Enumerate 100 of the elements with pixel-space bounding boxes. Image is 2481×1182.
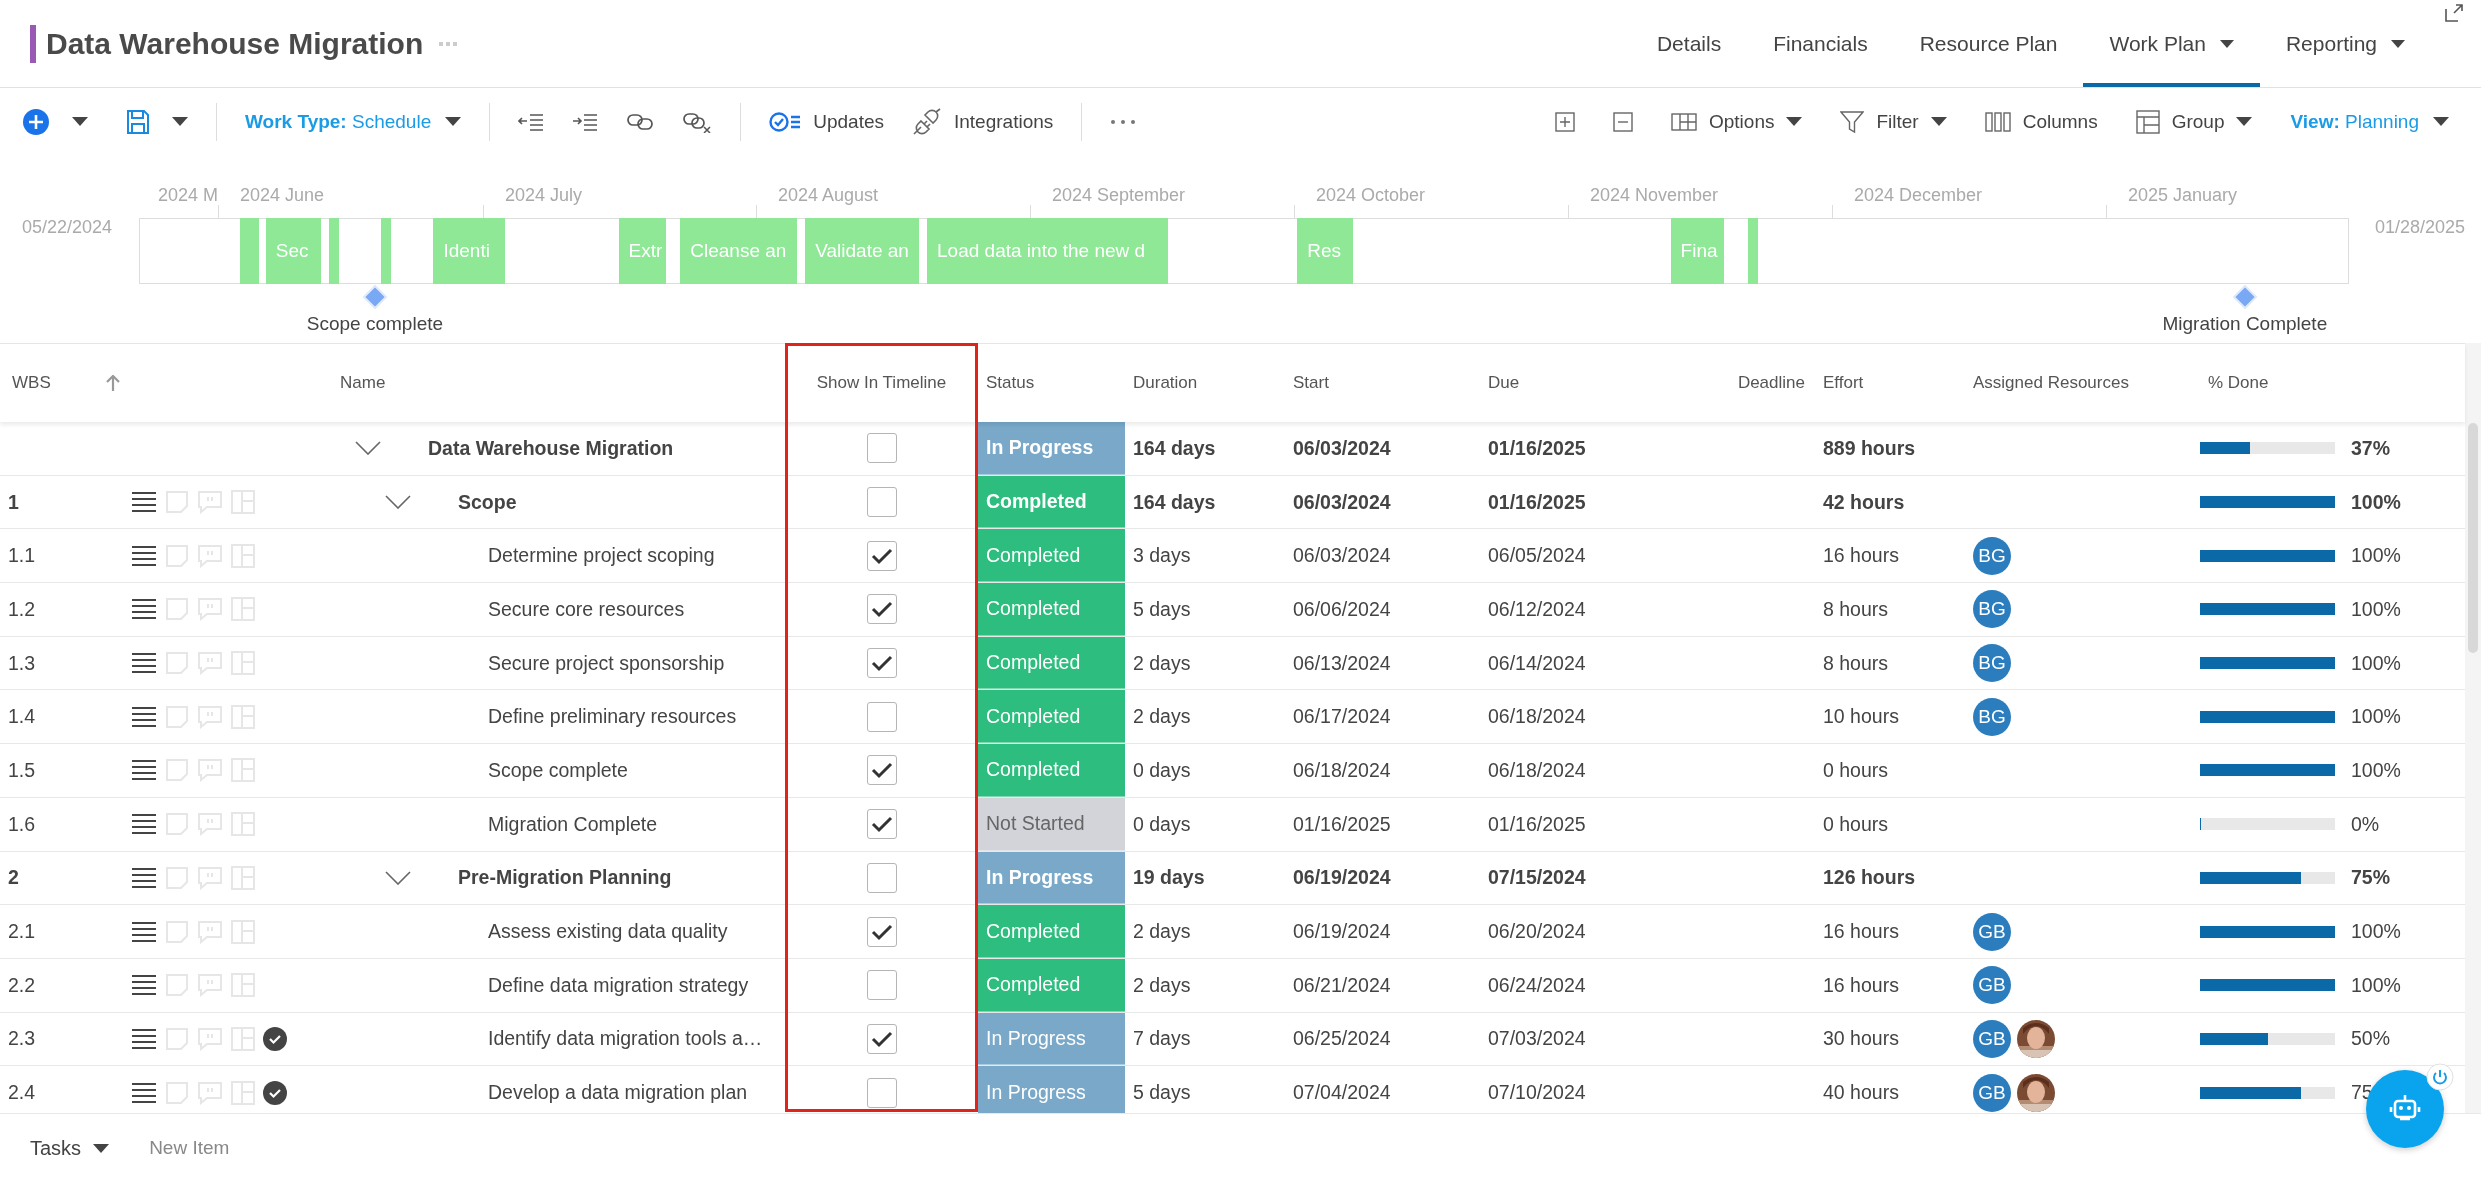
caret-icon[interactable] — [93, 1143, 110, 1153]
caret-icon[interactable] — [1786, 117, 1803, 126]
checkbox[interactable] — [866, 594, 897, 625]
add-icon[interactable] — [22, 107, 50, 136]
checkbox[interactable] — [866, 862, 897, 893]
nav-tab[interactable]: Financials — [1747, 0, 1894, 87]
column-header[interactable]: Start — [1293, 373, 1329, 393]
avatar[interactable]: BG — [1973, 590, 2011, 629]
expand-all-icon[interactable] — [1554, 111, 1575, 132]
group-button[interactable]: Group — [2135, 109, 2253, 134]
avatar[interactable]: GB — [1973, 966, 2011, 1005]
unlink-icon[interactable] — [682, 110, 713, 133]
effort-cell: 8 hours — [1823, 597, 1889, 621]
link-icon[interactable] — [626, 111, 655, 132]
caret-icon[interactable] — [2219, 39, 2234, 48]
effort-cell: 16 hours — [1823, 920, 1899, 944]
chevron-icon[interactable] — [355, 441, 381, 456]
checklist-icon[interactable] — [769, 110, 802, 133]
plug-icon[interactable] — [912, 107, 942, 136]
column-header[interactable]: Deadline — [1737, 373, 1805, 393]
avatar[interactable]: GB — [1973, 912, 2011, 951]
checkbox[interactable] — [866, 648, 897, 679]
collapse-all-icon[interactable] — [1612, 111, 1633, 132]
power-icon[interactable] — [2426, 1063, 2454, 1091]
checkbox[interactable] — [866, 755, 897, 786]
avatar[interactable]: GB — [1973, 1019, 2011, 1058]
avatar[interactable]: BG — [1973, 697, 2011, 736]
new-item-button[interactable]: New Item — [149, 1137, 230, 1159]
nav-tab[interactable]: Details — [1630, 0, 1748, 87]
columns-button[interactable]: Columns — [1984, 110, 2098, 133]
column-header[interactable]: Duration — [1133, 373, 1198, 393]
nav-tab[interactable]: Work Plan — [2083, 0, 2260, 87]
avatar[interactable]: BG — [1973, 536, 2011, 575]
filter-button[interactable]: Filter — [1840, 109, 1947, 134]
menu-icon[interactable] — [131, 705, 157, 728]
menu-icon[interactable] — [131, 974, 157, 997]
column-header[interactable]: WBS — [12, 373, 51, 393]
sort-up-icon[interactable] — [105, 375, 120, 391]
menu-icon[interactable] — [131, 920, 157, 943]
checkbox[interactable] — [866, 540, 897, 571]
tasks-dropdown[interactable]: Tasks — [30, 1136, 110, 1160]
caret-icon[interactable] — [2391, 39, 2405, 48]
indent-icon[interactable] — [572, 112, 599, 131]
menu-icon[interactable] — [131, 759, 157, 782]
checkbox[interactable] — [866, 433, 897, 464]
column-header[interactable]: Show In Timeline — [816, 373, 947, 393]
panels-icon[interactable] — [1670, 112, 1697, 131]
save-icon[interactable] — [126, 108, 150, 135]
column-header[interactable]: Assigned Resources — [1973, 373, 2129, 393]
filter-icon[interactable] — [1840, 109, 1865, 134]
caret-icon[interactable] — [2433, 117, 2449, 126]
updates-button[interactable]: Updates — [769, 110, 884, 133]
menu-icon[interactable] — [131, 1081, 157, 1104]
timeline-bar[interactable] — [240, 218, 260, 284]
more-icon[interactable] — [1110, 118, 1137, 125]
expand-icon[interactable] — [2445, 4, 2463, 22]
nav-tab[interactable]: Reporting — [2259, 0, 2431, 87]
avatar[interactable]: BG — [1973, 644, 2011, 683]
milestone-diamond-icon[interactable] — [361, 284, 388, 310]
caret-icon[interactable] — [172, 117, 188, 126]
scrollbar[interactable] — [2465, 343, 2481, 1113]
status-cell: In Progress — [978, 422, 1125, 475]
column-header[interactable]: Due — [1488, 373, 1520, 393]
column-header[interactable]: Name — [340, 373, 386, 393]
checkmark-icon — [870, 1029, 893, 1048]
timeline-bar[interactable] — [1748, 218, 1759, 284]
table-icon[interactable] — [2135, 109, 2160, 134]
avatar[interactable]: GB — [1973, 1073, 2011, 1112]
checkbox[interactable] — [866, 809, 897, 840]
caret-icon[interactable] — [1930, 117, 1947, 126]
menu-icon[interactable] — [131, 1027, 157, 1050]
menu-icon[interactable] — [131, 866, 157, 889]
caret-icon[interactable] — [2236, 117, 2253, 126]
menu-icon[interactable] — [131, 598, 157, 621]
caret-icon[interactable] — [445, 117, 462, 126]
menu-icon[interactable] — [131, 813, 157, 836]
checkbox[interactable] — [866, 1077, 897, 1108]
columns-icon[interactable] — [1984, 111, 2011, 132]
options-button[interactable]: Options — [1670, 110, 1803, 133]
menu-icon[interactable] — [131, 652, 157, 675]
wbs-cell: 1.2 — [8, 597, 36, 621]
column-header[interactable]: % Done — [2208, 373, 2269, 393]
outdent-icon[interactable] — [518, 112, 545, 131]
caret-icon[interactable] — [72, 117, 88, 126]
chevron-icon[interactable] — [385, 495, 411, 510]
column-header[interactable]: Effort — [1823, 373, 1864, 393]
checkbox[interactable] — [866, 970, 897, 1001]
integrations-button[interactable]: Integrations — [912, 107, 1054, 136]
nav-tab[interactable]: Resource Plan — [1893, 0, 2084, 87]
chevron-icon[interactable] — [385, 870, 411, 885]
menu-icon[interactable] — [131, 544, 157, 567]
checkbox[interactable] — [866, 701, 897, 732]
checkbox[interactable] — [866, 487, 897, 518]
timeline-bar[interactable] — [381, 218, 392, 284]
timeline-bar[interactable] — [329, 218, 340, 284]
menu-icon[interactable] — [131, 491, 157, 514]
column-header[interactable]: Status — [986, 373, 1035, 393]
checkbox[interactable] — [866, 1023, 897, 1054]
milestone-diamond-icon[interactable] — [2231, 284, 2258, 310]
checkbox[interactable] — [866, 916, 897, 947]
